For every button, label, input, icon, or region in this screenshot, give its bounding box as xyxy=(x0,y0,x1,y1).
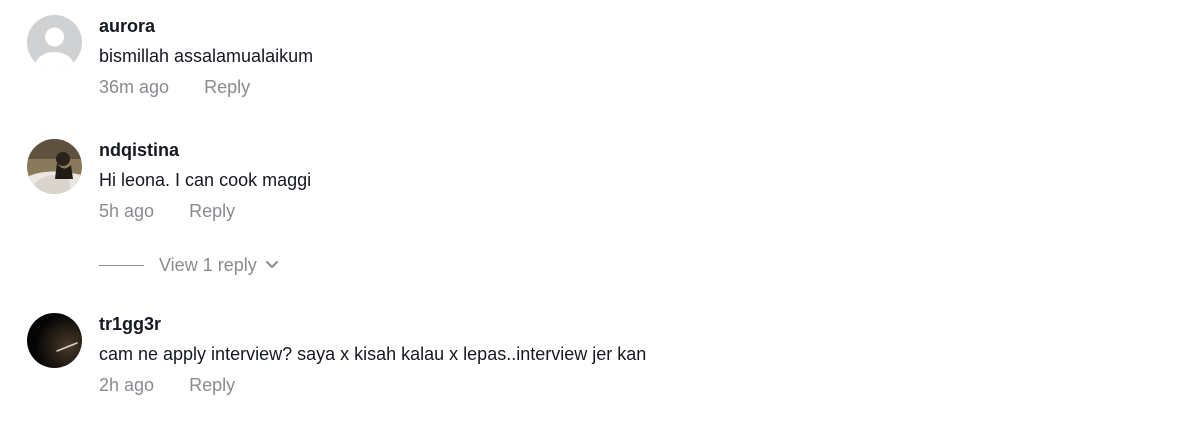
comment-timestamp: 5h ago xyxy=(99,201,155,221)
comment-text: cam ne apply interview? saya x kisah kal… xyxy=(99,344,647,364)
user-avatar[interactable] xyxy=(27,313,82,368)
comment-timestamp: 2h ago xyxy=(99,375,155,395)
view-replies-label: View 1 reply xyxy=(159,255,257,275)
reply-button[interactable]: Reply xyxy=(204,75,250,99)
profile-photo-dark-icon xyxy=(27,313,82,368)
comment-text: bismillah assalamualaikum xyxy=(99,46,314,66)
comment-username[interactable]: tr1gg3r xyxy=(99,313,646,335)
comment-meta: 5h ago Reply xyxy=(99,199,311,223)
user-avatar[interactable] xyxy=(27,139,82,194)
profile-photo-icon xyxy=(27,139,82,194)
comment-timestamp: 36m ago xyxy=(99,77,170,97)
comment-meta: 2h ago Reply xyxy=(99,373,646,397)
default-user-avatar-icon xyxy=(27,15,82,70)
comment-meta: 36m ago Reply xyxy=(99,75,313,99)
user-avatar[interactable] xyxy=(27,15,82,70)
reply-button[interactable]: Reply xyxy=(189,199,235,223)
chevron-down-icon xyxy=(265,260,279,270)
replies-divider-line xyxy=(99,264,144,266)
comment-username[interactable]: aurora xyxy=(99,15,313,37)
view-replies-button[interactable]: View 1 reply xyxy=(99,254,279,276)
reply-button[interactable]: Reply xyxy=(189,373,235,397)
comment-text: Hi leona. I can cook maggi xyxy=(99,170,312,190)
comment-username[interactable]: ndqistina xyxy=(99,139,311,161)
